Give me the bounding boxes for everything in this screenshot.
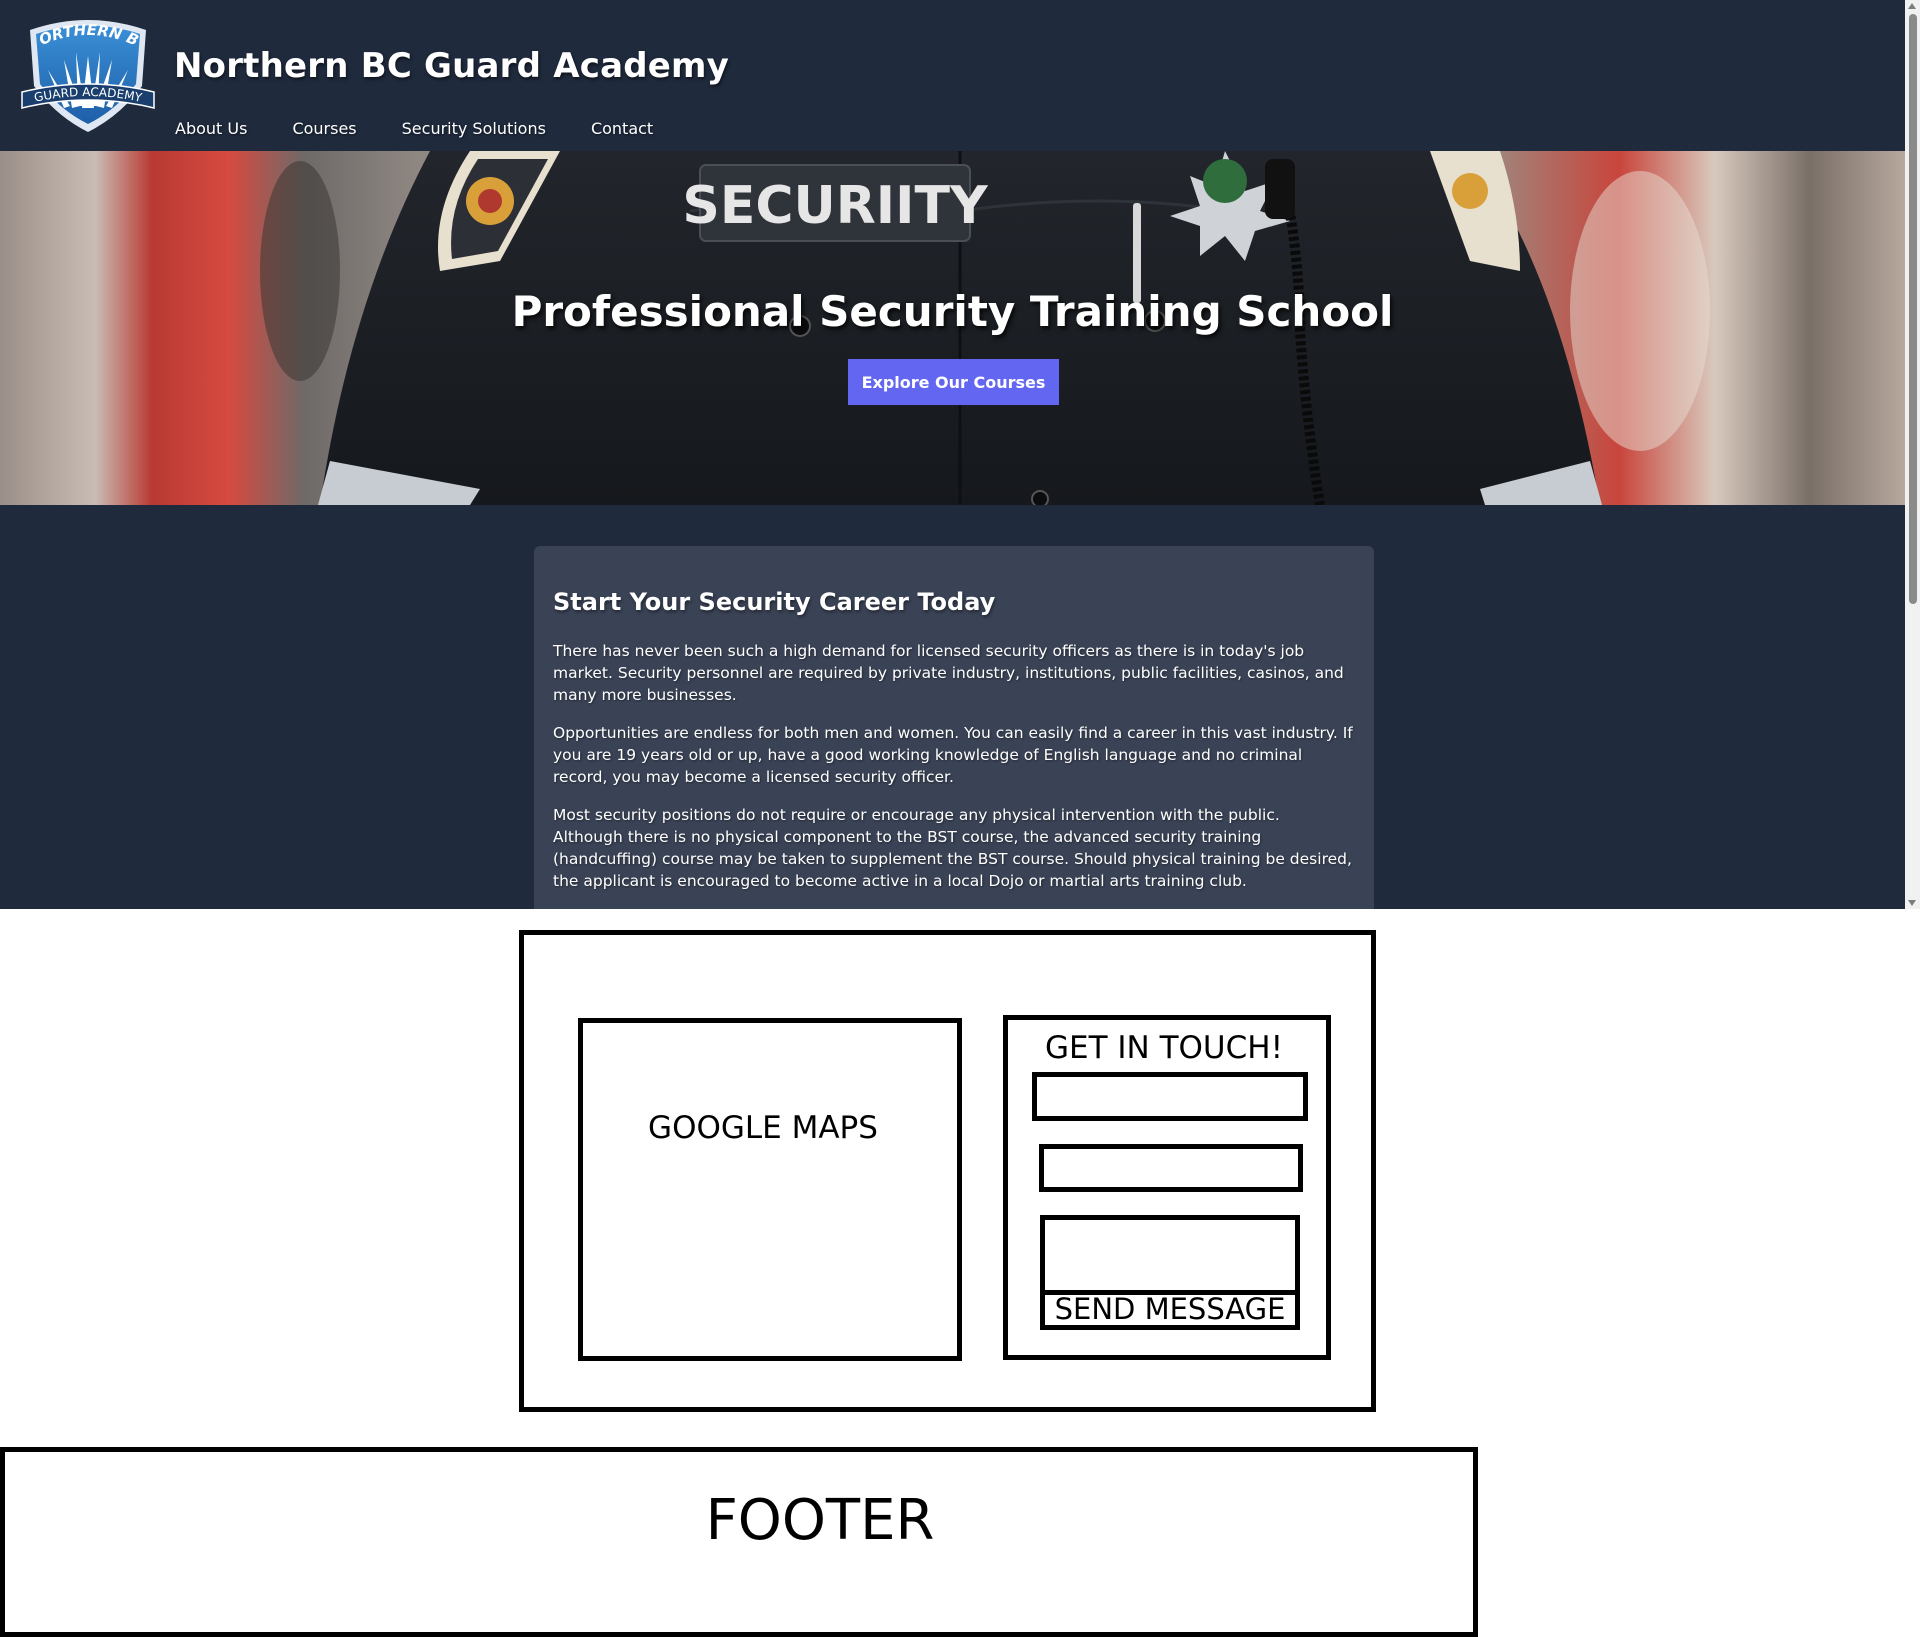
hero-patch-text: SECURIITY [682,176,989,236]
intro-paragraph: Most security positions do not require o… [553,806,1352,890]
intro-paragraphs: There has never been such a high demand … [553,640,1353,908]
intro-card: Start Your Security Career Today There h… [534,546,1374,909]
nav-security-solutions[interactable]: Security Solutions [402,119,546,138]
browser-viewport: NORTHERN BC GUARD ACADEMY Northern BC Gu… [0,0,1920,909]
nav-about-us[interactable]: About Us [175,119,247,138]
send-message-label: SEND MESSAGE [1054,1292,1286,1326]
intro-heading: Start Your Security Career Today [553,588,996,616]
scroll-up-arrow-icon[interactable] [1908,3,1916,9]
nav-contact[interactable]: Contact [591,119,653,138]
hero-title: Professional Security Training School [511,287,1394,336]
main-nav: About Us Courses Security Solutions Cont… [175,119,698,138]
intro-paragraph: There has never been such a high demand … [553,642,1344,704]
site-header: NORTHERN BC GUARD ACADEMY Northern BC Gu… [0,0,1905,151]
explore-courses-button[interactable]: Explore Our Courses [848,359,1059,405]
intro-paragraph: Opportunities are endless for both men a… [553,724,1353,786]
scrollbar-thumb[interactable] [1909,14,1917,604]
footer-label: FOOTER [705,1488,935,1553]
email-input-field[interactable] [1039,1144,1303,1192]
vertical-scrollbar[interactable] [1905,0,1920,909]
name-input-field[interactable] [1032,1072,1308,1121]
scroll-down-arrow-icon[interactable] [1908,900,1916,906]
site-title[interactable]: Northern BC Guard Academy [174,46,729,86]
hero-banner: SECURIITY Professional Security Training… [0,151,1905,505]
academy-logo[interactable]: NORTHERN BC GUARD ACADEMY [20,16,156,134]
google-maps-placeholder[interactable] [578,1018,962,1361]
nav-courses[interactable]: Courses [292,119,356,138]
google-maps-label: GOOGLE MAPS [648,1110,878,1146]
contact-form-title: GET IN TOUCH! [1045,1030,1283,1066]
